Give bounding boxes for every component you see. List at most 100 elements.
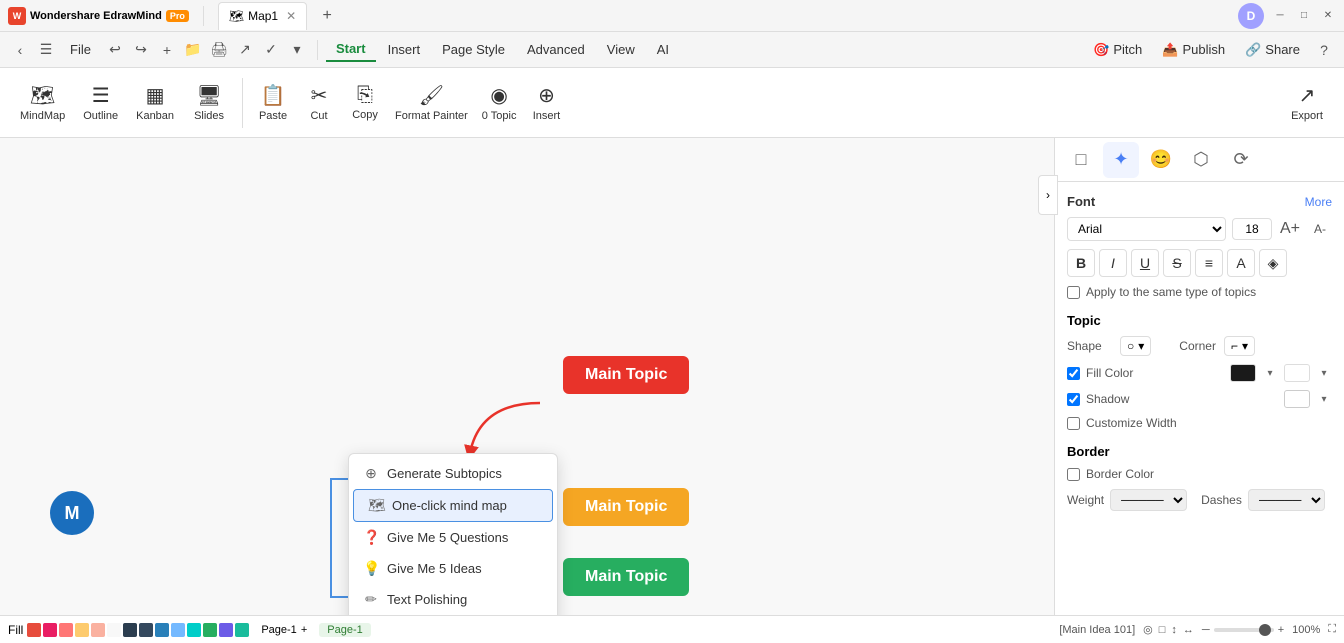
sidebar-toggle[interactable]: ☰ [34, 38, 58, 62]
swatch-salmon[interactable] [59, 623, 73, 637]
swatch-purple[interactable] [219, 623, 233, 637]
topic-button[interactable]: ◉ 0 Topic [476, 74, 523, 132]
help-button[interactable]: ? [1312, 38, 1336, 62]
dashes-select[interactable]: ───── [1248, 489, 1325, 511]
outline-button[interactable]: ☰ Outline [75, 74, 126, 132]
icon2[interactable]: □ [1159, 624, 1166, 636]
maximize-button[interactable]: □ [1296, 8, 1312, 24]
icon3[interactable]: ↕ [1171, 624, 1177, 636]
swatch-yellow[interactable] [75, 623, 89, 637]
panel-tab-ai[interactable]: ✦ [1103, 142, 1139, 178]
corner-selector[interactable]: ⌐ ▾ [1224, 336, 1255, 356]
font-more-button[interactable]: More [1305, 195, 1332, 209]
share-button[interactable]: 🔗 Share [1237, 38, 1308, 62]
tab-close-icon[interactable]: ✕ [286, 9, 296, 23]
minimize-button[interactable]: ─ [1272, 8, 1288, 24]
node-main-2[interactable]: Main Topic [563, 488, 689, 526]
font-size-decrease-button[interactable]: A- [1308, 217, 1332, 241]
fill-color-dropdown[interactable]: ▾ [1262, 364, 1278, 382]
shadow-color-button[interactable] [1284, 390, 1310, 408]
active-page-tab[interactable]: Page-1 [319, 623, 370, 637]
weight-select[interactable]: ───── [1110, 489, 1187, 511]
node-main-3[interactable]: Main Topic [563, 558, 689, 596]
panel-collapse-button[interactable]: › [1038, 175, 1058, 215]
menu-item-file[interactable]: File [60, 38, 101, 61]
cm-text-polishing[interactable]: ✏ Text Polishing [349, 584, 557, 615]
copy-button[interactable]: ⎘ Copy [343, 74, 387, 132]
menu-item-view[interactable]: View [597, 38, 645, 61]
fill-color-checkbox[interactable] [1067, 367, 1080, 380]
insert-button[interactable]: ⊕ Insert [524, 74, 568, 132]
swatch-white[interactable] [107, 623, 121, 637]
border-color-checkbox[interactable] [1067, 468, 1080, 481]
map-tab[interactable]: 🗺 Map1 ✕ [218, 2, 307, 30]
swatch-dark[interactable] [123, 623, 137, 637]
icon4[interactable]: ↔ [1183, 624, 1194, 636]
swatch-teal[interactable] [187, 623, 201, 637]
panel-tab-emoji[interactable]: 😊 [1143, 142, 1179, 178]
dropdown-arrow[interactable]: ▾ [285, 38, 309, 62]
zoom-out-button[interactable]: ─ [1202, 624, 1210, 636]
fullscreen-button[interactable]: ⛶ [1328, 623, 1336, 636]
paste-button[interactable]: 📋 Paste [251, 74, 295, 132]
font-size-increase-button[interactable]: A+ [1278, 217, 1302, 241]
menu-item-insert[interactable]: Insert [378, 38, 431, 61]
undo-button[interactable]: ↩ [103, 38, 127, 62]
close-button[interactable]: ✕ [1320, 8, 1336, 24]
node-main-1[interactable]: Main Topic [563, 356, 689, 394]
panel-tab-style[interactable]: □ [1063, 142, 1099, 178]
canvas-area[interactable]: M Main Topic Main Topic Main Topic [0, 138, 1054, 615]
align-button[interactable]: ≡ [1195, 249, 1223, 277]
cm-one-click-mindmap[interactable]: 🗺 One-click mind map [353, 489, 553, 522]
cut-button[interactable]: ✂ Cut [297, 74, 341, 132]
shadow-color-dropdown[interactable]: ▾ [1316, 390, 1332, 408]
shape-selector[interactable]: ○ ▾ [1120, 336, 1151, 356]
shadow-checkbox[interactable] [1067, 393, 1080, 406]
font-color-button[interactable]: A [1227, 249, 1255, 277]
menu-item-advanced[interactable]: Advanced [517, 38, 595, 61]
new-tab-button[interactable]: + [315, 4, 339, 28]
icon1[interactable]: ◎ [1143, 623, 1153, 636]
user-avatar[interactable]: D [1238, 3, 1264, 29]
format-painter-button[interactable]: 🖌 Format Painter [389, 74, 474, 132]
print-icon[interactable]: 🖨 [207, 38, 231, 62]
menu-item-start[interactable]: Start [326, 37, 376, 62]
customize-width-checkbox[interactable] [1067, 417, 1080, 430]
swatch-emerald[interactable] [235, 623, 249, 637]
redo-button[interactable]: ↪ [129, 38, 153, 62]
panel-tab-shape[interactable]: ⬡ [1183, 142, 1219, 178]
swatch-red[interactable] [27, 623, 41, 637]
open-icon[interactable]: 📁 [181, 38, 205, 62]
publish-button[interactable]: 📤 Publish [1154, 38, 1233, 62]
kanban-button[interactable]: ▦ Kanban [128, 74, 182, 132]
cm-give-questions[interactable]: ❓ Give Me 5 Questions [349, 522, 557, 553]
checkmark-icon[interactable]: ✓ [259, 38, 283, 62]
menu-item-ai[interactable]: AI [647, 38, 679, 61]
swatch-green[interactable] [203, 623, 217, 637]
panel-tab-more[interactable]: ⟳ [1223, 142, 1259, 178]
swatch-light-blue[interactable] [171, 623, 185, 637]
italic-button[interactable]: I [1099, 249, 1127, 277]
menu-item-page-style[interactable]: Page Style [432, 38, 515, 61]
cm-generate-subtopics[interactable]: ⊕ Generate Subtopics [349, 458, 557, 489]
swatch-blue[interactable] [155, 623, 169, 637]
swatch-navy[interactable] [139, 623, 153, 637]
new-icon[interactable]: + [155, 38, 179, 62]
export-button[interactable]: ↗ Export [1282, 74, 1332, 132]
zoom-in-button[interactable]: + [1278, 624, 1284, 636]
pitch-button[interactable]: 🎯 Pitch [1085, 38, 1150, 62]
fill-secondary-dropdown[interactable]: ▾ [1316, 364, 1332, 382]
fill-color-button[interactable] [1230, 364, 1256, 382]
underline-button[interactable]: U [1131, 249, 1159, 277]
mindmap-button[interactable]: 🗺 MindMap [12, 74, 73, 132]
add-page-button[interactable]: + [301, 624, 307, 636]
highlight-button[interactable]: ◈ [1259, 249, 1287, 277]
swatch-pink[interactable] [43, 623, 57, 637]
zoom-slider[interactable] [1214, 628, 1274, 632]
bold-button[interactable]: B [1067, 249, 1095, 277]
apply-same-type-checkbox[interactable] [1067, 286, 1080, 299]
strikethrough-button[interactable]: S [1163, 249, 1191, 277]
fill-color-secondary-button[interactable] [1284, 364, 1310, 382]
swatch-peach[interactable] [91, 623, 105, 637]
export-icon[interactable]: ↗ [233, 38, 257, 62]
